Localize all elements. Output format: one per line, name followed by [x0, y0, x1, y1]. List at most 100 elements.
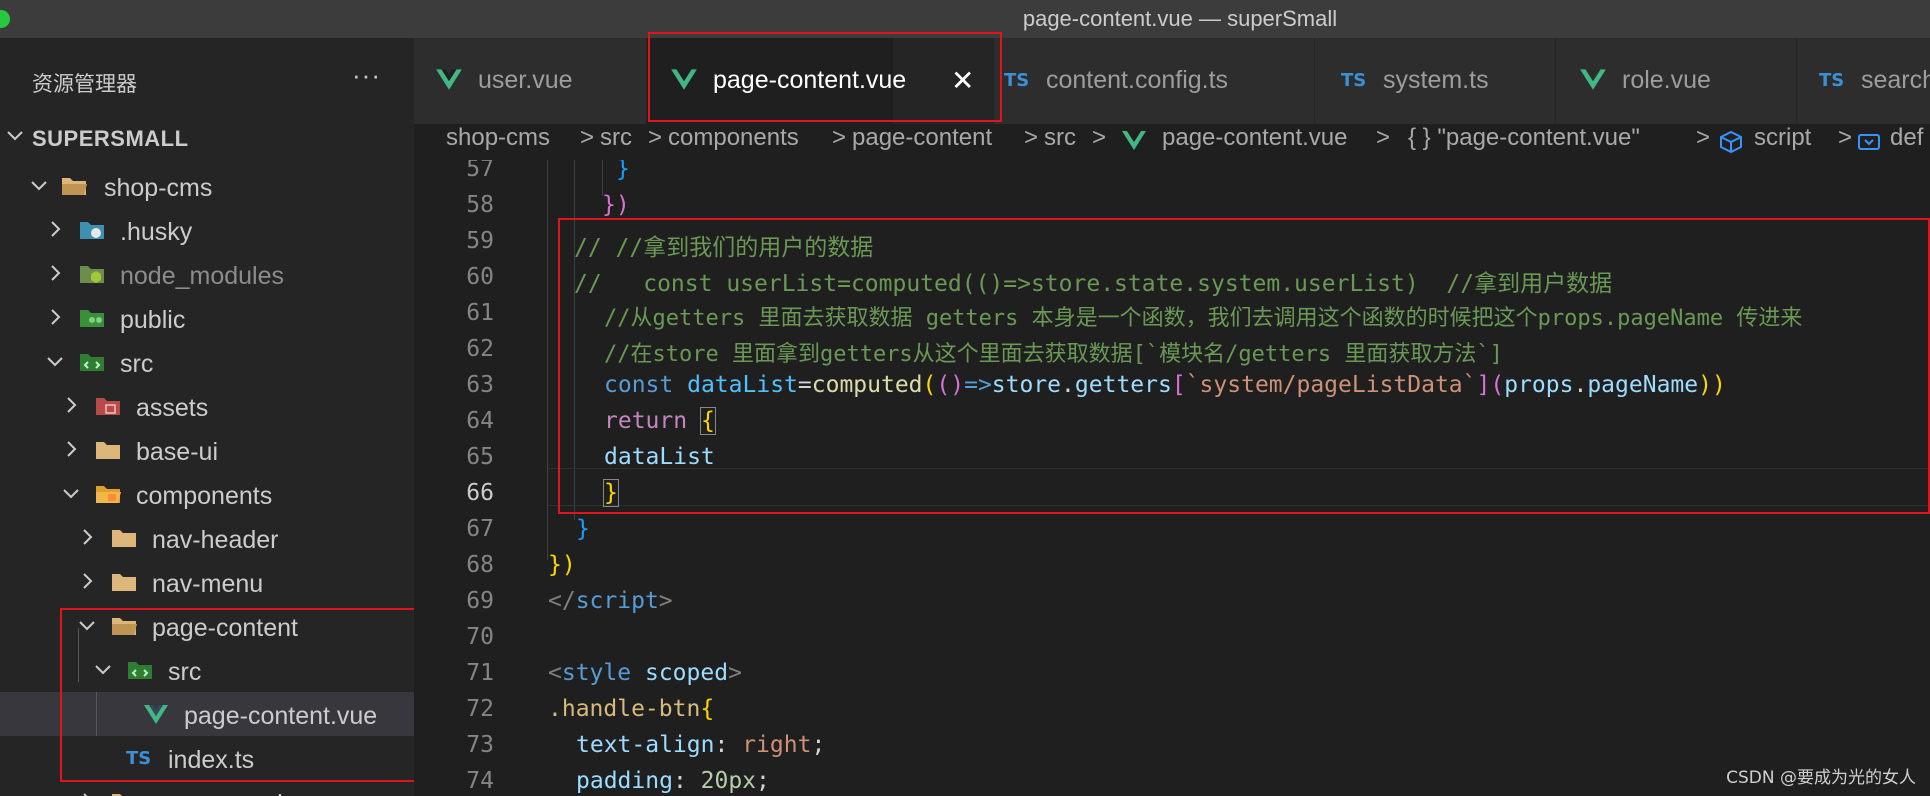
project-root[interactable]: SUPERSMALL [0, 118, 414, 160]
code-line: 74 padding: 20px; [414, 768, 1930, 796]
public-folder-icon [80, 310, 104, 327]
tree-item-base-ui[interactable]: base-ui [0, 428, 414, 472]
line-number: 60 [466, 264, 494, 290]
src-folder-open-icon [80, 354, 104, 371]
chevron-down-icon [7, 131, 23, 141]
tree-item-label: nav-header [152, 526, 279, 554]
code-line: 71 <style scoped> [414, 660, 1930, 696]
line-number: 69 [466, 588, 494, 614]
tab-label: role.vue [1622, 66, 1711, 94]
breadcrumb-separator: > [580, 124, 595, 151]
code-text: padding: 20px; [576, 768, 770, 794]
explorer-title: 资源管理器 [32, 72, 137, 96]
chevron-right-icon [67, 441, 77, 457]
breadcrumb-item[interactable]: src [600, 124, 632, 152]
code-text: } [616, 160, 630, 182]
breadcrumb-separator: > [1696, 124, 1711, 151]
folder-open-icon [62, 178, 87, 195]
breadcrumb-separator: > [1024, 124, 1039, 151]
breadcrumb-item[interactable]: shop-cms [446, 124, 550, 152]
line-number: 65 [466, 444, 494, 470]
folder-icon [112, 530, 136, 547]
more-actions-icon[interactable]: ··· [352, 60, 381, 91]
tree-item-nav-header[interactable]: nav-header [0, 516, 414, 560]
breadcrumb-item[interactable]: page-content [852, 124, 992, 152]
chevron-right-icon [83, 573, 93, 589]
husky-folder-icon [80, 222, 104, 239]
tree-item-husky[interactable]: .husky [0, 208, 414, 252]
breadcrumb-item[interactable]: components [668, 124, 799, 152]
window-title: page-content.vue — superSmall [1022, 6, 1338, 31]
tree-item-label: public [120, 306, 186, 334]
tree-item-nav-menu[interactable]: nav-menu [0, 560, 414, 604]
annotation-box [648, 32, 1002, 122]
ts-icon: TS [1341, 70, 1367, 91]
tab-content-config-ts[interactable]: TS content.config.ts [994, 38, 1315, 124]
assets-folder-icon [96, 398, 120, 415]
breadcrumb-separator: > [832, 124, 847, 151]
code-line: 72 .handle-btn{ [414, 696, 1930, 732]
tree-item-src[interactable]: src [0, 340, 414, 384]
tree-item-label: .husky [120, 218, 193, 246]
watermark: CSDN @要成为光的女人 [1726, 768, 1916, 788]
tree-item-shop-cms[interactable]: shop-cms [0, 164, 414, 208]
chevron-right-icon [67, 397, 77, 413]
code-line: 57 } [414, 160, 1930, 192]
folder-icon [112, 574, 136, 591]
line-number: 74 [466, 768, 494, 794]
chevron-right-icon [51, 221, 61, 237]
code-line: 70 [414, 624, 1930, 660]
tab-search[interactable]: TS search [1797, 38, 1930, 124]
tab-system-ts[interactable]: TS system.ts [1315, 38, 1556, 124]
breadcrumb-separator: > [1838, 124, 1853, 151]
tree-item-assets[interactable]: assets [0, 384, 414, 428]
tab-label: system.ts [1383, 66, 1489, 94]
tab-label: search [1861, 66, 1930, 94]
line-number: 64 [466, 408, 494, 434]
breadcrumb-separator: > [1376, 124, 1391, 151]
chevron-down-icon [63, 489, 79, 499]
tab-label: content.config.ts [1046, 66, 1229, 94]
breadcrumb-item[interactable]: src [1044, 124, 1076, 152]
code-text: }) [548, 552, 576, 578]
ts-icon: TS [1819, 70, 1845, 91]
tab-role-vue[interactable]: role.vue [1556, 38, 1797, 124]
node-folder-icon [80, 266, 104, 283]
tree-item-public[interactable]: public [0, 296, 414, 340]
tree-item-page-search[interactable]: page-search [0, 780, 414, 796]
tree-item-components[interactable]: components [0, 472, 414, 516]
code-text: </script> [548, 588, 673, 614]
tree-item-label: node_modules [120, 262, 285, 290]
code-text: <style scoped> [548, 660, 742, 686]
chevron-right-icon [51, 309, 61, 325]
breadcrumb-item[interactable]: script [1754, 124, 1811, 152]
chevron-right-icon [83, 793, 88, 796]
ts-icon: TS [1004, 70, 1030, 91]
annotation-box [558, 218, 1930, 514]
breadcrumb-separator: > [1092, 124, 1107, 151]
vue-icon [1580, 69, 1606, 90]
tab-user-vue[interactable]: user.vue [414, 38, 647, 124]
code-text: } [576, 516, 590, 542]
line-number: 67 [466, 516, 494, 542]
explorer-header: 资源管理器 ··· [0, 38, 414, 96]
code-text: }) [602, 192, 630, 218]
breadcrumb-item[interactable]: { } "page-content.vue" [1408, 124, 1640, 152]
tree-item-node-modules[interactable]: node_modules [0, 252, 414, 296]
tree-item-label: page-search [152, 790, 291, 796]
code-editor[interactable]: 57 } 58 }) 59 // //拿到我们的用户的数据 60 // cons… [414, 160, 1930, 796]
components-folder-open-icon [96, 486, 121, 503]
variable-icon [1858, 134, 1880, 150]
breadcrumb-item[interactable]: page-content.vue [1162, 124, 1347, 152]
line-number: 61 [466, 300, 494, 326]
breadcrumb-item[interactable]: def [1890, 124, 1923, 152]
breadcrumb-separator: > [648, 124, 663, 151]
line-number: 68 [466, 552, 494, 578]
code-line: 67 } [414, 516, 1930, 552]
chevron-down-icon [31, 181, 47, 191]
tree-item-label: components [136, 482, 273, 510]
folder-icon [112, 794, 122, 796]
tree-item-label: shop-cms [104, 174, 213, 202]
code-text: .handle-btn{ [548, 696, 715, 722]
chevron-right-icon [83, 529, 93, 545]
